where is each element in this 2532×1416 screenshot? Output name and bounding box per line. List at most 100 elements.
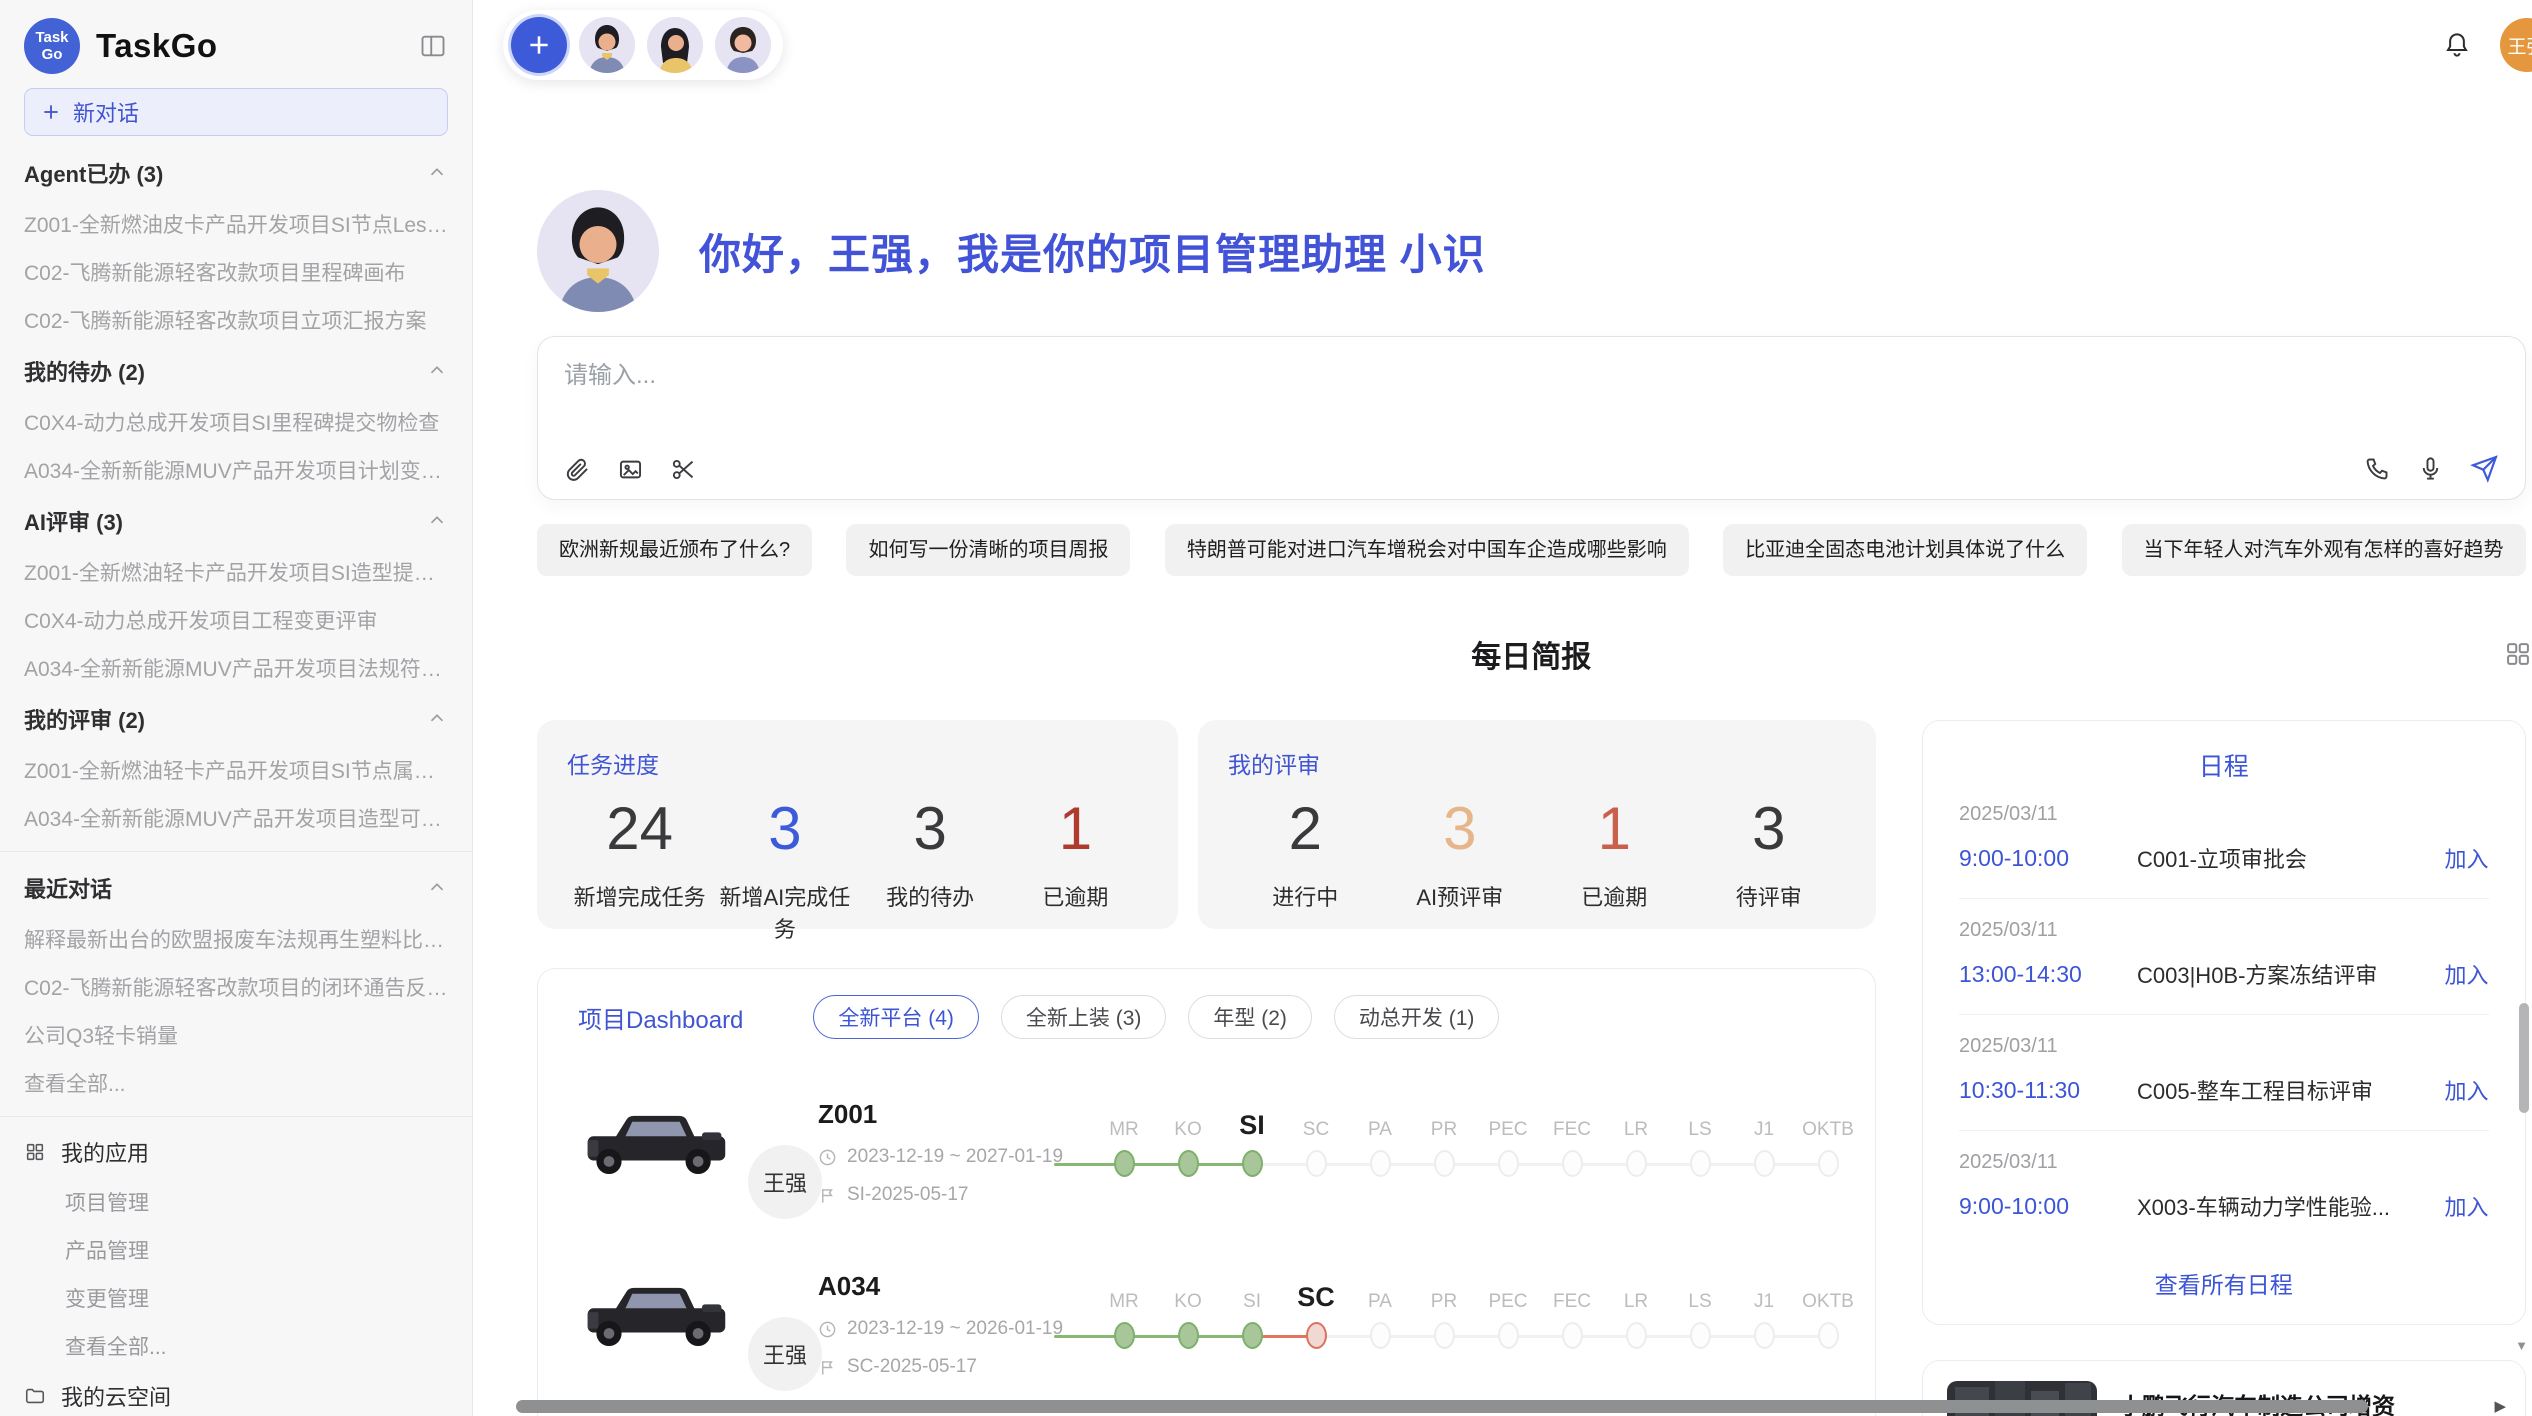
recent-chat-item[interactable]: C02-飞腾新能源轻客改款项目的闭环通告反馈情况 — [24, 963, 448, 1011]
scissors-icon[interactable] — [670, 456, 697, 483]
user-avatar[interactable]: 王强 — [2500, 18, 2532, 72]
milestone-current: SI — [1220, 1095, 1284, 1177]
chat-input[interactable] — [564, 355, 2499, 454]
dashboard-title: 项目Dashboard — [578, 1000, 743, 1035]
join-link[interactable]: 加入 — [2445, 1074, 2489, 1106]
join-link[interactable]: 加入 — [2445, 958, 2489, 990]
notifications-bell-icon[interactable] — [2442, 30, 2472, 60]
milestone: MR — [1092, 1267, 1156, 1349]
milestone-node — [1562, 1322, 1583, 1349]
agent-avatar-3[interactable] — [715, 17, 771, 73]
tab-year-model[interactable]: 年型 (2) — [1188, 995, 1312, 1039]
vertical-scrollbar-thumb[interactable] — [2519, 1003, 2529, 1113]
agent-avatar-1[interactable] — [579, 17, 635, 73]
milestone: J1 — [1732, 1267, 1796, 1349]
stat-value: 1 — [1537, 796, 1692, 862]
view-all-schedule-link[interactable]: 查看所有日程 — [1959, 1266, 2489, 1300]
brief-right-column: 日程 2025/03/11 9:00-10:00 C001-立项审批会 加入 2… — [1922, 720, 2526, 1416]
project-car: 王强 — [578, 1267, 818, 1365]
sidebar-item[interactable]: Z001-全新燃油皮卡产品开发项目SI节点Lesson Learn报告 — [24, 200, 448, 248]
schedule-date: 2025/03/11 — [1959, 919, 2489, 942]
section-header-my-todo[interactable]: 我的待办 (2) — [24, 344, 448, 398]
image-upload-icon[interactable] — [617, 456, 644, 483]
truck-image — [578, 1095, 733, 1193]
topbar: 王强 — [473, 0, 2532, 90]
join-link[interactable]: 加入 — [2445, 1190, 2489, 1222]
sidebar-item[interactable]: A034-全新新能源MUV产品开发项目计划变更表编写 — [24, 446, 448, 494]
suggestion-chip[interactable]: 比亚迪全固态电池计划具体说了什么 — [1723, 524, 2087, 576]
sidebar-item[interactable]: A034-全新新能源MUV产品开发项目造型可行性评审 — [24, 794, 448, 842]
horizontal-scrollbar-thumb[interactable] — [516, 1400, 2368, 1413]
stat-label: 新增AI完成任务 — [712, 880, 857, 944]
tab-all-new-platform[interactable]: 全新平台 (4) — [813, 995, 979, 1039]
project-row-z001[interactable]: 王强 Z001 2023-12-19 ~ 2027-01-19 — [578, 1095, 1835, 1211]
view-all-chats-link[interactable]: 查看全部... — [24, 1059, 448, 1107]
section-header-my-review[interactable]: 我的评审 (2) — [24, 692, 448, 746]
suggestion-chip[interactable]: 当下年轻人对汽车外观有怎样的喜好趋势 — [2122, 524, 2526, 576]
chevron-up-icon — [426, 360, 448, 382]
suggestion-chip[interactable]: 特朗普可能对进口汽车增税会对中国车企造成哪些影响 — [1165, 524, 1689, 576]
layout-grid-icon[interactable] — [2504, 640, 2532, 668]
suggestion-chip[interactable]: 欧洲新规最近颁布了什么? — [537, 524, 812, 576]
schedule-item: 2025/03/11 9:00-10:00 X003-车辆动力学性能验... 加… — [1959, 1131, 2489, 1246]
sidebar-item-cloud-space[interactable]: 我的云空间 — [24, 1370, 448, 1416]
logo-line2: Go — [42, 46, 63, 63]
milestone: FEC — [1540, 1095, 1604, 1177]
flag-text: SI-2025-05-17 — [847, 1184, 968, 1206]
phone-call-icon[interactable] — [2364, 455, 2391, 482]
collapse-sidebar-icon[interactable] — [418, 32, 448, 60]
sidebar-item[interactable]: A034-全新新能源MUV产品开发项目法规符合性评审 — [24, 644, 448, 692]
add-agent-button[interactable] — [511, 17, 567, 73]
sidebar-item-product-mgmt[interactable]: 产品管理 — [24, 1226, 448, 1274]
suggestion-chip[interactable]: 如何写一份清晰的项目周报 — [846, 524, 1130, 576]
main-content: 你好，王强，我是你的项目管理助理 小识 — [473, 90, 2532, 1416]
sidebar-item[interactable]: Z001-全新燃油轻卡产品开发项目SI节点属性5D文件评审 — [24, 746, 448, 794]
attachment-icon[interactable] — [564, 456, 591, 483]
recent-chat-item[interactable]: 公司Q3轻卡销量 — [24, 1011, 448, 1059]
stat-value: 3 — [712, 796, 857, 862]
view-all-apps-link[interactable]: 查看全部... — [24, 1322, 448, 1370]
project-name: A034 — [818, 1271, 1080, 1302]
cloud-space-label: 我的云空间 — [61, 1380, 171, 1412]
join-link[interactable]: 加入 — [2445, 842, 2489, 874]
sidebar-item-project-mgmt[interactable]: 项目管理 — [24, 1178, 448, 1226]
milestone-node — [1562, 1150, 1583, 1177]
microphone-icon[interactable] — [2417, 455, 2444, 482]
schedule-card: 日程 2025/03/11 9:00-10:00 C001-立项审批会 加入 2… — [1922, 720, 2526, 1325]
new-chat-button[interactable]: 新对话 — [24, 88, 448, 136]
milestone: SC — [1284, 1095, 1348, 1177]
section-header-recent-chats[interactable]: 最近对话 — [24, 861, 448, 915]
stats-row: 任务进度 24 新增完成任务 3 新增AI完成任务 — [537, 720, 1876, 929]
scroll-right-arrow[interactable]: ▶ — [2494, 1397, 2506, 1415]
sidebar-item[interactable]: C0X4-动力总成开发项目工程变更评审 — [24, 596, 448, 644]
stat: 1 已逾期 — [1537, 796, 1692, 912]
tab-powertrain[interactable]: 动总开发 (1) — [1334, 995, 1500, 1039]
send-icon[interactable] — [2470, 454, 2499, 483]
sidebar-item-change-mgmt[interactable]: 变更管理 — [24, 1274, 448, 1322]
schedule-name: X003-车辆动力学性能验... — [2137, 1190, 2445, 1222]
milestone: LS — [1668, 1095, 1732, 1177]
section-header-ai-review[interactable]: AI评审 (3) — [24, 494, 448, 548]
sidebar-item[interactable]: Z001-全新燃油轻卡产品开发项目SI造型提交物评审 — [24, 548, 448, 596]
milestone: LR — [1604, 1095, 1668, 1177]
project-name: Z001 — [818, 1099, 1080, 1130]
project-row-a034[interactable]: 王强 A034 2023-12-19 ~ 2026-01-19 — [578, 1267, 1835, 1383]
schedule-item: 2025/03/11 10:30-11:30 C005-整车工程目标评审 加入 — [1959, 1015, 2489, 1131]
sidebar-item-my-apps[interactable]: 我的应用 — [24, 1126, 448, 1178]
clock-icon — [818, 1148, 837, 1167]
milestone: KO — [1156, 1095, 1220, 1177]
scroll-down-arrow[interactable]: ▼ — [2515, 1338, 2528, 1353]
greeting-block: 你好，王强，我是你的项目管理助理 小识 — [537, 190, 2526, 312]
chat-input-card — [537, 336, 2526, 500]
section-header-agent-done[interactable]: Agent已办 (3) — [24, 146, 448, 200]
sidebar-item[interactable]: C02-飞腾新能源轻客改款项目里程碑画布 — [24, 248, 448, 296]
tab-new-body[interactable]: 全新上装 (3) — [1001, 995, 1167, 1039]
milestone-node — [1498, 1322, 1519, 1349]
project-info: A034 2023-12-19 ~ 2026-01-19 SC-2025-05-… — [818, 1267, 1080, 1378]
sidebar-item[interactable]: C02-飞腾新能源轻客改款项目立项汇报方案 — [24, 296, 448, 344]
sidebar-item[interactable]: C0X4-动力总成开发项目SI里程碑提交物检查 — [24, 398, 448, 446]
recent-chat-item[interactable]: 解释最新出台的欧盟报废车法规再生塑料比例被调至15%... — [24, 915, 448, 963]
agent-avatar-2[interactable] — [647, 17, 703, 73]
stat-label: 已逾期 — [1537, 880, 1692, 912]
date-range: 2023-12-19 ~ 2027-01-19 — [847, 1146, 1063, 1168]
